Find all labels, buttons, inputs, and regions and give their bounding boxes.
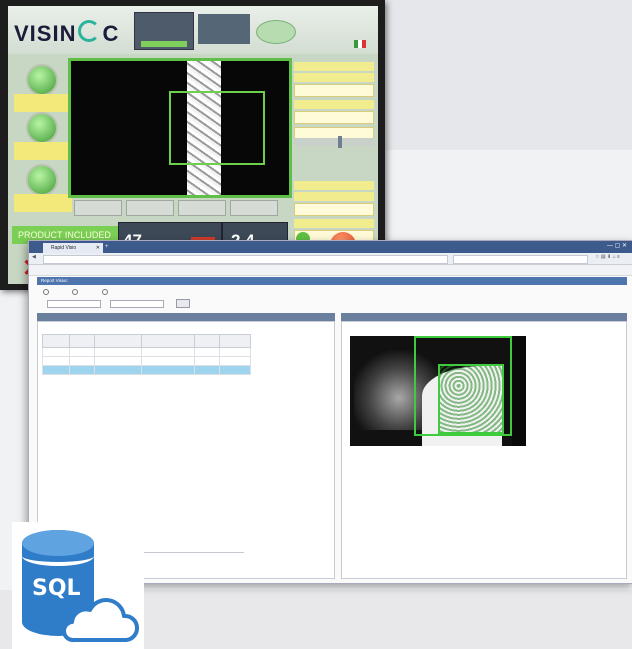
- hmi-header: VISIN C: [8, 6, 378, 54]
- hmi-side-panel: [294, 62, 374, 243]
- radio-option[interactable]: [72, 289, 90, 295]
- cloud-icon: [62, 598, 139, 643]
- filter-radios[interactable]: [43, 289, 130, 295]
- hmi-date-time: [198, 14, 250, 44]
- inspection-roi[interactable]: [169, 91, 265, 165]
- table-row[interactable]: [42, 365, 251, 375]
- bookmarks-bar: [29, 265, 632, 276]
- company-logo: [256, 20, 296, 44]
- toolbar-icons[interactable]: ☆ ▤ ⬇ ⌂ ≡: [595, 254, 620, 260]
- right-pane-header: [341, 313, 627, 321]
- table-row[interactable]: [42, 347, 251, 357]
- results-table: [42, 334, 251, 375]
- page-header: Report Visioc: [37, 277, 627, 285]
- threshold-slider[interactable]: [294, 136, 374, 148]
- camera-view: [68, 58, 292, 198]
- hmi-clock-panel: [134, 12, 194, 50]
- image-pane: [341, 321, 627, 579]
- radio-option[interactable]: [101, 289, 120, 295]
- radio-option[interactable]: [43, 289, 61, 295]
- close-tab-icon[interactable]: ✕: [96, 243, 100, 253]
- browser-tabbar: Rapid Visio ✕ + — ▢ ✕: [29, 241, 632, 253]
- hmi-button[interactable]: [230, 200, 278, 216]
- address-row: ◀ ☆ ▤ ⬇ ⌂ ≡: [29, 253, 632, 265]
- defect-region: [438, 364, 504, 434]
- left-pane-header: [37, 313, 335, 321]
- inspection-image[interactable]: [350, 336, 526, 446]
- new-tab-icon[interactable]: +: [105, 244, 109, 250]
- hmi-brand-logo: VISIN C: [14, 20, 120, 46]
- window-controls[interactable]: — ▢ ✕: [607, 242, 627, 249]
- browser-tab[interactable]: Rapid Visio ✕: [43, 243, 103, 253]
- hmi-tag: [14, 142, 72, 160]
- status-led-icon: [26, 112, 58, 144]
- italian-flag-icon[interactable]: [354, 40, 366, 48]
- back-icon[interactable]: ◀: [32, 254, 36, 260]
- status-led-icon: [26, 64, 58, 96]
- sql-cloud-badge: SQL: [12, 522, 144, 649]
- table-row[interactable]: [42, 356, 251, 366]
- hmi-tag: [14, 194, 72, 212]
- date-from-input[interactable]: [47, 299, 101, 308]
- search-input[interactable]: [453, 255, 588, 264]
- apply-filter-button[interactable]: [175, 299, 190, 308]
- table-header-row: [42, 334, 251, 348]
- date-to-input[interactable]: [110, 299, 165, 308]
- hmi-button[interactable]: [74, 200, 122, 216]
- address-bar[interactable]: [43, 255, 448, 264]
- status-led-icon: [26, 164, 58, 196]
- date-filter-row: [43, 299, 190, 308]
- hmi-tag: [14, 94, 72, 112]
- hmi-button[interactable]: [178, 200, 226, 216]
- hmi-button[interactable]: [126, 200, 174, 216]
